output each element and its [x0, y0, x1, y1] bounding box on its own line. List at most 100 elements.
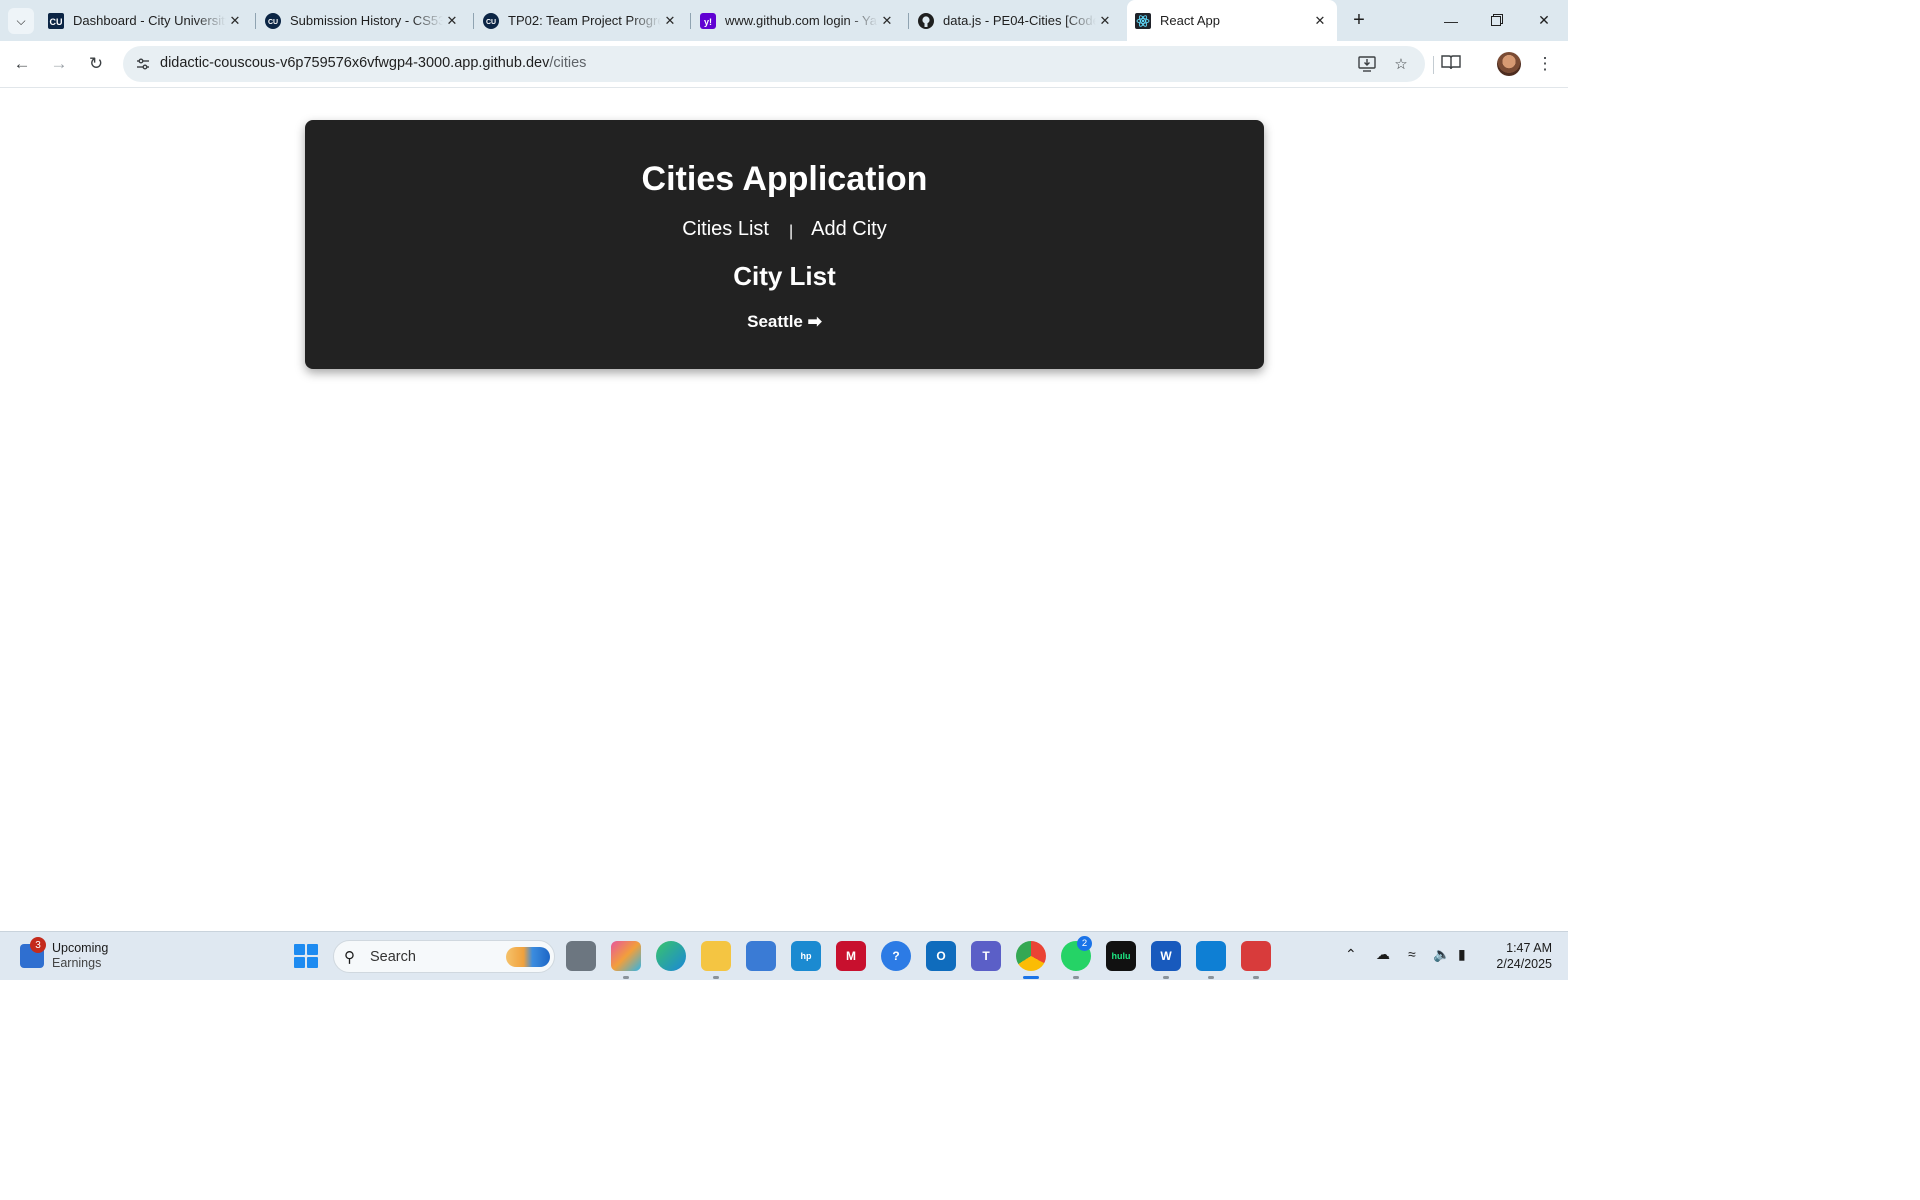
section-title: City List — [733, 261, 836, 291]
widget-subtitle: Earnings — [52, 956, 102, 970]
taskbar: 3 Upcoming Earnings ⚲ Search hp M ? O T … — [0, 931, 1568, 980]
close-icon[interactable]: ✕ — [443, 12, 461, 30]
app-container: Cities Application Cities List | Add Cit… — [305, 120, 1264, 369]
cu-round-icon: CU — [483, 12, 499, 29]
url-text: didactic-couscous-v6p759576x6vfwgp4-3000… — [160, 55, 586, 71]
url-host: didactic-couscous-v6p759576x6vfwgp4-3000… — [160, 55, 550, 71]
search-icon: ⚲ — [344, 949, 355, 966]
wifi-icon[interactable]: ≈ — [1408, 946, 1416, 962]
more-vert-icon: ⋮ — [1536, 54, 1554, 73]
forward-button[interactable]: → — [45, 50, 73, 78]
microsoft-store-icon[interactable] — [746, 941, 776, 971]
stocks-icon: 3 — [20, 937, 46, 968]
help-icon[interactable]: ? — [881, 941, 911, 971]
running-indicator — [1163, 976, 1169, 979]
avatar[interactable] — [1497, 52, 1521, 76]
edge-icon[interactable] — [656, 941, 686, 971]
close-icon: ✕ — [1538, 12, 1550, 28]
address-bar[interactable]: didactic-couscous-v6p759576x6vfwgp4-3000… — [123, 46, 1425, 82]
browser-tab[interactable]: CU Submission History - CS533 ✕ — [257, 6, 469, 35]
new-tab-button[interactable]: + — [1347, 8, 1371, 32]
close-icon[interactable]: ✕ — [661, 12, 679, 30]
running-indicator-active — [1023, 976, 1039, 979]
tab-title: TP02: Team Project Progress — [508, 13, 661, 28]
react-icon — [1135, 12, 1151, 29]
tab-divider — [473, 13, 474, 29]
browser-tab[interactable]: CU Dashboard - City University ✕ — [40, 6, 252, 35]
restore-icon — [1491, 13, 1503, 29]
search-highlight-image — [506, 947, 550, 967]
close-icon[interactable]: ✕ — [878, 12, 896, 30]
outlook-icon[interactable]: O — [926, 941, 956, 971]
battery-icon[interactable]: ▮ — [1458, 946, 1466, 963]
cities-list-link[interactable]: Cities List — [682, 218, 769, 241]
toolbar-divider — [1433, 56, 1434, 74]
city-link[interactable]: Seattle ➡ — [747, 312, 822, 331]
tab-divider — [690, 13, 691, 29]
cu-round-icon: CU — [265, 12, 281, 29]
reload-button[interactable]: ↻ — [82, 50, 110, 78]
running-indicator — [623, 976, 629, 979]
close-icon[interactable]: ✕ — [1096, 12, 1114, 30]
hulu-icon[interactable]: hulu — [1106, 941, 1136, 971]
file-explorer-icon[interactable] — [701, 941, 731, 971]
vscode-icon[interactable] — [1196, 941, 1226, 971]
svg-text:CU: CU — [486, 19, 496, 26]
tab-search-button[interactable]: ⌵ — [8, 8, 34, 34]
running-indicator — [713, 976, 719, 979]
plus-icon: + — [1353, 8, 1365, 31]
system-clock[interactable]: 1:47 AM 2/24/2025 — [1488, 940, 1552, 972]
notification-badge: 3 — [30, 937, 46, 953]
windows-logo-icon — [294, 957, 305, 968]
close-icon[interactable]: ✕ — [226, 12, 244, 30]
snipping-tool-icon[interactable] — [1241, 941, 1271, 971]
teams-icon[interactable]: T — [971, 941, 1001, 971]
chevron-up-icon[interactable]: ⌃ — [1345, 946, 1357, 963]
tab-title: data.js - PE04-Cities [Codespaces] — [943, 13, 1096, 28]
star-icon[interactable]: ☆ — [1389, 52, 1413, 76]
restore-button[interactable] — [1474, 0, 1520, 41]
close-icon[interactable]: ✕ — [1311, 12, 1329, 30]
browser-tab[interactable]: data.js - PE04-Cities [Codespaces] ✕ — [910, 6, 1122, 35]
running-indicator — [1073, 976, 1079, 979]
cu-icon: CU — [48, 12, 64, 29]
city-name: Seattle — [747, 312, 803, 331]
widgets-button[interactable]: 3 Upcoming Earnings — [20, 937, 109, 974]
tab-title: www.github.com login - Yahoo — [725, 13, 878, 28]
onedrive-icon[interactable]: ☁ — [1376, 946, 1390, 963]
word-icon[interactable]: W — [1151, 941, 1181, 971]
task-view-icon[interactable] — [566, 941, 596, 971]
site-info-icon[interactable] — [131, 52, 155, 76]
myhp-icon[interactable]: hp — [791, 941, 821, 971]
menu-button[interactable]: ⋮ — [1531, 50, 1559, 78]
yahoo-icon: y! — [700, 12, 716, 29]
back-button[interactable]: ← — [8, 50, 36, 78]
svg-text:CU: CU — [50, 17, 63, 27]
browser-toolbar: ← → ↻ didactic-couscous-v6p759576x6vfwgp… — [0, 41, 1568, 88]
windows-logo-icon — [307, 957, 318, 968]
browser-tab[interactable]: CU TP02: Team Project Progress ✕ — [475, 6, 687, 35]
browser-tab[interactable]: y! www.github.com login - Yahoo ✕ — [692, 6, 904, 35]
mcafee-icon[interactable]: M — [836, 941, 866, 971]
minimize-button[interactable]: — — [1428, 0, 1474, 41]
volume-icon[interactable]: 🔈 — [1433, 946, 1450, 963]
copilot-icon[interactable] — [611, 941, 641, 971]
running-indicator — [1253, 976, 1259, 979]
chrome-icon[interactable] — [1016, 941, 1046, 971]
widget-title: Upcoming — [52, 941, 109, 955]
browser-tab-active[interactable]: React App ✕ — [1127, 0, 1337, 41]
windows-logo-icon — [294, 944, 305, 955]
github-icon — [918, 12, 934, 29]
install-app-icon[interactable] — [1355, 52, 1379, 76]
windows-logo-icon — [307, 944, 318, 955]
list-item: Seattle ➡ — [305, 312, 1264, 332]
add-city-link[interactable]: Add City — [811, 218, 887, 241]
reading-mode-button[interactable] — [1437, 50, 1465, 78]
clock-date: 2/24/2025 — [1496, 957, 1552, 971]
tab-title: Dashboard - City University — [73, 13, 226, 28]
taskbar-search[interactable]: ⚲ Search — [333, 940, 555, 973]
close-window-button[interactable]: ✕ — [1521, 0, 1567, 41]
start-button[interactable] — [294, 944, 318, 968]
arrow-right-icon: → — [50, 54, 68, 73]
chevron-down-icon: ⌵ — [16, 13, 26, 28]
